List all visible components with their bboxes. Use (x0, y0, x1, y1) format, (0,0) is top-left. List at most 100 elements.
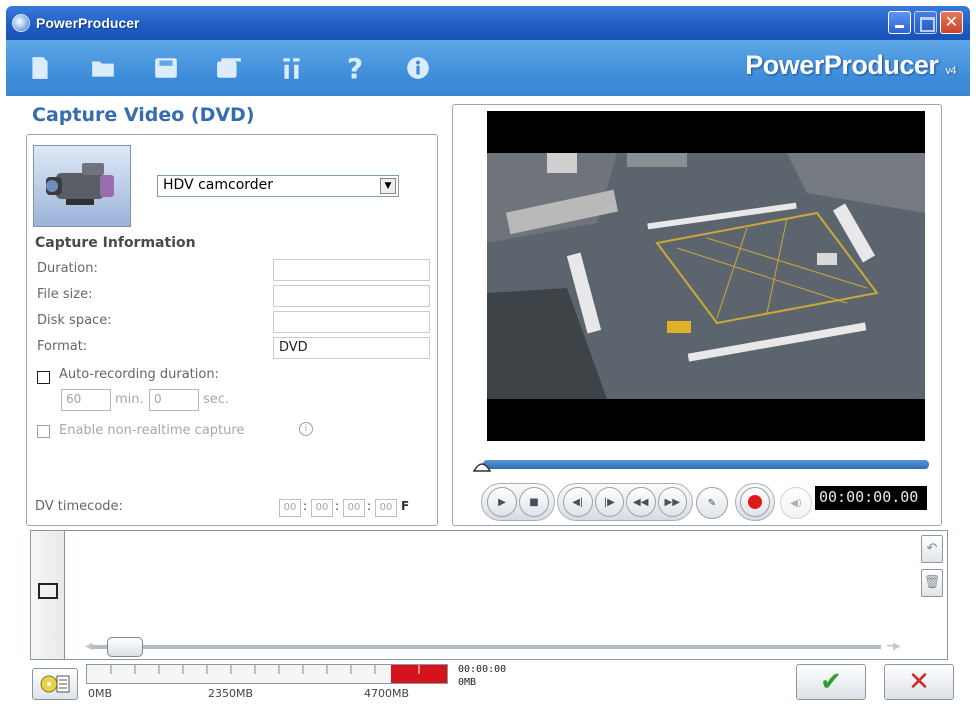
record-icon (748, 495, 762, 509)
settings-icon[interactable] (278, 53, 306, 83)
timeline-area: ◀━ ━▶ ↶ 🗑 (30, 530, 948, 660)
info-icon[interactable] (404, 53, 432, 83)
speaker-icon: ◀) (790, 497, 802, 509)
disc-space-meter (86, 664, 448, 684)
seek-thumb[interactable] (472, 457, 492, 475)
record-controls (735, 483, 775, 521)
stop-icon: ■ (529, 496, 539, 508)
rewind-icon: ◀◀ (633, 496, 649, 508)
open-folder-icon[interactable] (89, 53, 117, 83)
non-realtime-label: Enable non-realtime capture (59, 423, 245, 438)
total-duration: 00:00:00 (458, 664, 507, 675)
disc-icon (40, 675, 70, 693)
playback-controls: ▶ ■ (481, 483, 555, 521)
stop-button[interactable]: ■ (519, 487, 549, 517)
snapshot-button[interactable]: ✎ (696, 487, 728, 519)
seconds-input[interactable]: 0 (149, 389, 199, 411)
app-icon (12, 14, 30, 32)
play-button[interactable]: ▶ (487, 487, 517, 517)
brand-version: v4 (945, 65, 956, 77)
non-realtime-checkbox[interactable] (37, 425, 50, 438)
format-field: DVD (273, 337, 430, 359)
disk-space-label: Disk space: (37, 313, 112, 328)
cross-icon: ✕ (908, 667, 930, 697)
close-button[interactable]: ✕ (940, 11, 963, 34)
dv-timecode-label: DV timecode: (35, 499, 123, 514)
dv-timecode-hours: 00 (279, 499, 301, 517)
maximize-button[interactable] (914, 11, 937, 34)
chevron-down-icon[interactable]: ▼ (380, 178, 396, 194)
video-preview (487, 111, 925, 441)
preview-panel: ▶ ■ ◀| |▶ ◀◀ ▶▶ ✎ ◀) 00:00:00.00 (452, 104, 942, 526)
previous-frame-icon: ◀| (572, 496, 584, 508)
save-as-icon[interactable] (215, 53, 243, 83)
rewind-button[interactable]: ◀◀ (626, 487, 656, 517)
snapshot-icon: ✎ (707, 497, 717, 509)
brand-name: PowerProducer (745, 50, 939, 80)
used-space: 0MB (458, 677, 477, 688)
capture-settings-panel: HDV camcorder ▼ Capture Information Dura… (26, 134, 438, 526)
disk-space-field (273, 311, 430, 333)
title-bar: PowerProducer ✕ (6, 6, 970, 40)
dv-timecode-frames: 00 (375, 499, 397, 517)
new-icon[interactable] (26, 53, 54, 83)
trash-icon: 🗑 (923, 575, 941, 590)
auto-recording-label: Auto-recording duration: (59, 367, 219, 382)
file-size-field (273, 285, 430, 307)
window-title: PowerProducer (36, 15, 140, 31)
checkmark-icon: ✔ (820, 667, 842, 697)
ok-button[interactable]: ✔ (796, 664, 866, 700)
timecode-display: 00:00:00.00 (815, 486, 927, 510)
dv-timecode-frames-suffix: F (401, 499, 410, 513)
frame-controls: ◀| |▶ ◀◀ ▶▶ (557, 483, 693, 521)
timeline-track-headers (31, 531, 65, 659)
capture-info-heading: Capture Information (35, 235, 196, 251)
dv-timecode-separator: : (303, 499, 308, 513)
brand-logo: PowerProducer v4 (745, 50, 956, 81)
delete-button[interactable]: 🗑 (921, 569, 943, 597)
camcorder-icon (33, 145, 131, 227)
close-icon: ✕ (944, 12, 959, 31)
fast-forward-button[interactable]: ▶▶ (657, 487, 687, 517)
duration-label: Duration: (37, 261, 98, 276)
minutes-label: min. (115, 392, 144, 407)
dv-timecode-separator: : (367, 499, 372, 513)
minutes-input[interactable]: 60 (61, 389, 111, 411)
dv-timecode-seconds: 00 (343, 499, 365, 517)
space-label-start: 0MB (88, 687, 113, 700)
mute-button[interactable]: ◀) (780, 487, 812, 519)
space-label-mid: 2350MB (208, 687, 254, 700)
minimize-button[interactable] (888, 11, 911, 34)
timeline-scroll-thumb[interactable] (107, 637, 143, 657)
seek-bar[interactable] (483, 460, 929, 469)
page-title: Capture Video (DVD) (32, 104, 255, 126)
dv-timecode-minutes: 00 (311, 499, 333, 517)
disc-usage-info: 00:00:00 0MB (458, 663, 506, 689)
previous-frame-button[interactable]: ◀| (563, 487, 593, 517)
duration-field (273, 259, 430, 281)
cancel-button[interactable]: ✕ (884, 664, 954, 700)
undo-button[interactable]: ↶ (921, 535, 943, 563)
scroll-right-icon[interactable]: ━▶ (887, 641, 901, 652)
space-label-end: 4700MB (364, 687, 410, 700)
timeline-scrollbar[interactable] (91, 645, 881, 649)
next-frame-button[interactable]: |▶ (594, 487, 624, 517)
auto-recording-checkbox[interactable] (37, 371, 50, 384)
dv-timecode-separator: : (335, 499, 340, 513)
help-icon[interactable]: ? (341, 52, 369, 85)
save-icon[interactable] (152, 53, 180, 83)
main-toolbar: ? PowerProducer v4 (6, 40, 970, 96)
seconds-label: sec. (203, 392, 230, 407)
device-select-value: HDV camcorder (163, 177, 274, 193)
undo-icon: ↶ (926, 541, 938, 556)
format-label: Format: (37, 339, 88, 354)
info-icon[interactable]: i (299, 422, 313, 436)
file-size-label: File size: (37, 287, 93, 302)
film-strip-icon[interactable] (38, 583, 58, 599)
fast-forward-icon: ▶▶ (664, 496, 680, 508)
device-select[interactable]: HDV camcorder ▼ (157, 175, 399, 197)
record-button[interactable] (740, 487, 770, 517)
video-frame (487, 153, 925, 399)
disc-info-button[interactable] (32, 668, 78, 700)
next-frame-icon: |▶ (603, 496, 615, 508)
